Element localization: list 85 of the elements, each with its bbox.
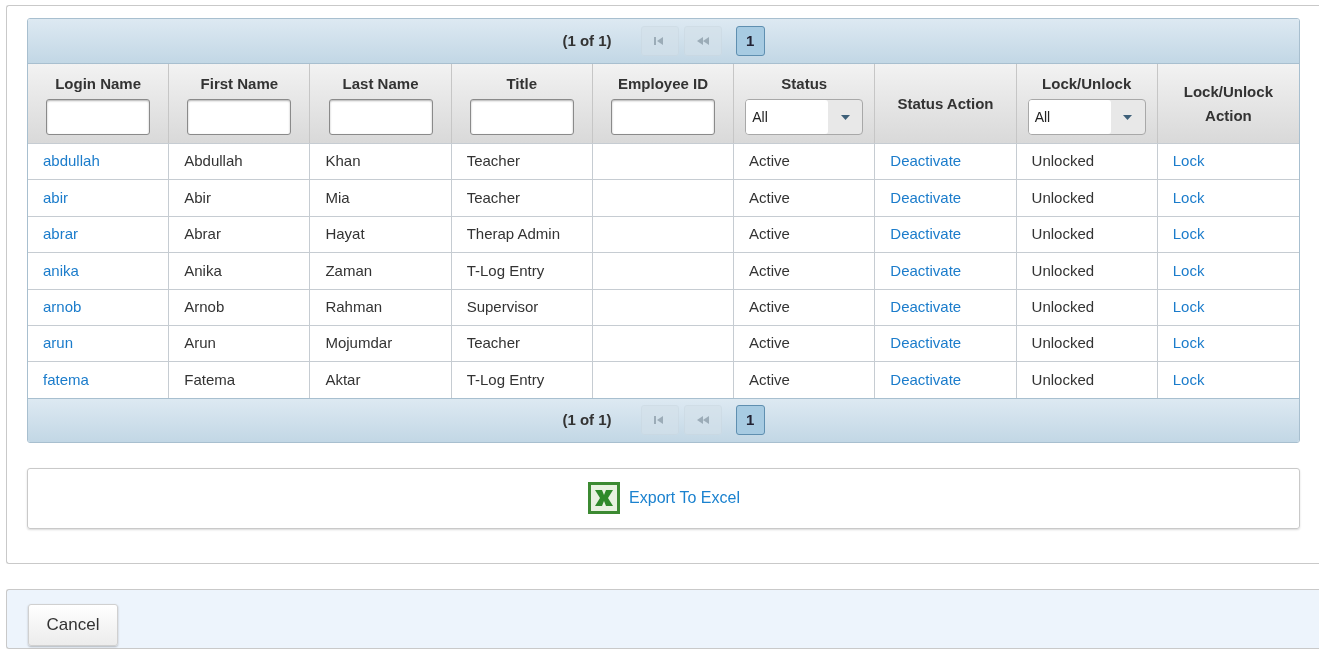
first-page-icon [653, 37, 666, 45]
filter-input[interactable] [328, 99, 433, 135]
table-link[interactable]: Deactivate [890, 186, 962, 210]
table-cell-text: Mia [325, 187, 350, 208]
table-link[interactable]: arnob [43, 296, 82, 319]
filter-input[interactable] [469, 99, 574, 135]
table-link[interactable]: fatema [43, 368, 89, 392]
table-link[interactable]: Deactivate [890, 259, 962, 283]
table-cell-text: Khan [325, 151, 361, 172]
dropdown-arrow-icon [1123, 114, 1133, 120]
table-cell-text: Arun [184, 333, 216, 354]
column-header: Lock/Unlock Action [1182, 81, 1274, 126]
table-link[interactable]: abir [43, 186, 68, 210]
column-header: Lock/Unlock [1042, 74, 1132, 94]
table-cell-text: Teacher [466, 333, 521, 354]
table-link[interactable]: Deactivate [890, 150, 962, 173]
table-cell-text: Aktar [325, 369, 361, 390]
column-header: Last Name [342, 74, 419, 94]
column-header: First Name [200, 74, 279, 94]
table-cell-text: Unlocked [1031, 187, 1095, 208]
table-cell-text: Unlocked [1031, 333, 1095, 354]
table-cell-text: Active [749, 224, 790, 245]
table-cell-text: Unlocked [1031, 224, 1095, 245]
table-cell-text: Anika [184, 260, 222, 281]
table-cell-text: Mojumdar [325, 333, 393, 354]
page-number-button[interactable]: 1 [735, 405, 765, 436]
table-cell-text: Supervisor [466, 297, 539, 317]
table-link[interactable]: abrar [43, 223, 79, 246]
table-link[interactable]: Lock [1172, 150, 1205, 173]
column-header: Title [506, 74, 538, 94]
table-link[interactable]: anika [43, 259, 79, 283]
table-link[interactable]: Deactivate [890, 332, 962, 355]
table-cell-text: Abir [184, 187, 211, 208]
table-link[interactable]: Lock [1172, 186, 1205, 210]
table-cell-text: Zaman [325, 260, 373, 281]
table-link[interactable]: Lock [1172, 259, 1205, 283]
export-link[interactable]: Export To Excel [629, 486, 740, 511]
filter-dropdown[interactable]: All [745, 99, 864, 135]
table-cell-text: Active [749, 151, 790, 172]
table-link[interactable]: Lock [1172, 223, 1205, 246]
column-header: Status Action [897, 93, 994, 114]
filter-input[interactable] [187, 99, 292, 135]
table-cell-text: Active [749, 187, 790, 208]
table-link[interactable]: Lock [1172, 368, 1205, 392]
table-link[interactable]: arun [43, 332, 74, 355]
cancel-button[interactable]: Cancel [28, 604, 118, 646]
table-link[interactable]: Lock [1172, 332, 1205, 355]
table-cell-text: Active [749, 297, 790, 317]
table-cell-text: T-Log Entry [466, 260, 545, 281]
page-number-button[interactable]: 1 [735, 26, 765, 56]
double-arrow-left-icon [696, 37, 709, 45]
table-cell-text: Unlocked [1031, 151, 1095, 172]
table-cell-text: Hayat [325, 224, 365, 245]
page-summary: (1 of 1) [562, 410, 612, 430]
table-cell-text: Fatema [184, 369, 236, 390]
table-link[interactable]: Deactivate [890, 368, 962, 392]
table-cell-text: Unlocked [1031, 297, 1095, 317]
table-link[interactable]: Deactivate [890, 296, 962, 319]
table-cell-text: Unlocked [1031, 369, 1095, 390]
column-header: Login Name [55, 74, 142, 94]
column-header: Employee ID [617, 74, 708, 94]
spreadsheet-icon [587, 481, 622, 516]
page-summary: (1 of 1) [562, 30, 612, 51]
table-cell-text: Active [749, 260, 790, 281]
dropdown-arrow-icon [840, 114, 850, 120]
filter-dropdown[interactable]: All [1027, 99, 1146, 135]
column-header: Status [781, 74, 828, 94]
filter-input[interactable] [611, 99, 715, 135]
double-arrow-left-icon [696, 416, 709, 425]
table-cell-text: Teacher [466, 187, 521, 208]
table-link[interactable]: Lock [1172, 296, 1205, 319]
filter-input[interactable] [46, 99, 151, 135]
table-link[interactable]: abdullah [43, 150, 100, 173]
table-link[interactable]: Deactivate [890, 223, 962, 246]
table-cell-text: Therap Admin [466, 224, 561, 245]
table-cell-text: Arnob [184, 297, 225, 317]
table-cell-text: Rahman [325, 297, 383, 317]
table-cell-text: Unlocked [1031, 260, 1095, 281]
first-page-icon [653, 416, 666, 425]
table-cell-text: Active [749, 369, 790, 390]
table-cell-text: Abrar [184, 224, 221, 245]
table-cell-text: Active [749, 333, 790, 354]
table-cell-text: T-Log Entry [466, 369, 545, 390]
table-cell-text: Teacher [466, 151, 521, 172]
table-cell-text: Abdullah [184, 151, 243, 172]
